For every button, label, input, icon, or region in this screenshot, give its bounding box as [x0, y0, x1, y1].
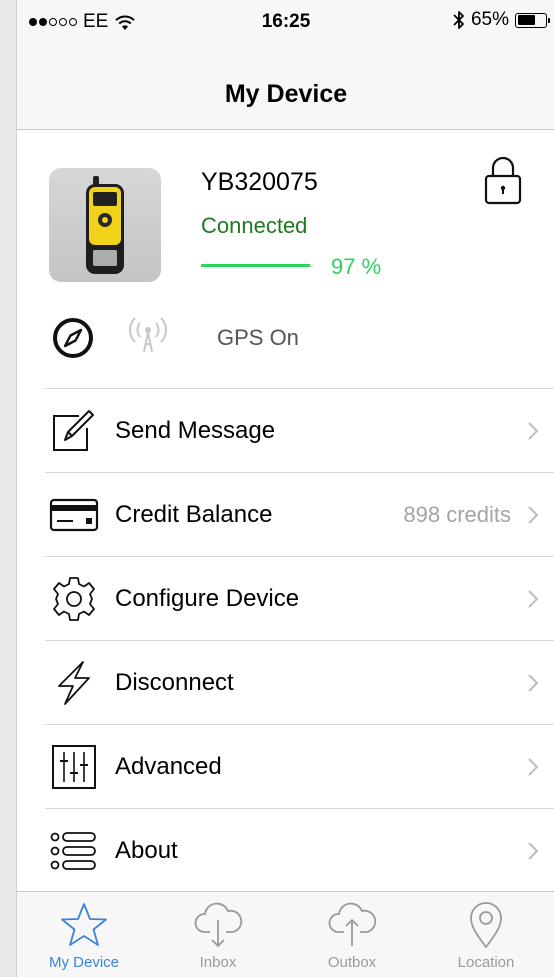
cloud-upload-icon: [328, 902, 377, 946]
status-bar: EE 16:25 65%: [17, 0, 554, 40]
edit-icon: [47, 404, 101, 458]
tab-label: Outbox: [327, 954, 377, 971]
battery-percentage: 65%: [470, 9, 509, 30]
credit-balance-value: 898 credits: [403, 501, 511, 527]
tab-label: Location: [457, 954, 515, 971]
device-name: YB320075: [201, 168, 318, 196]
tab-inbox[interactable]: Inbox: [151, 892, 285, 977]
menu-item-disconnect[interactable]: Disconnect: [45, 640, 554, 724]
battery-icon: [515, 12, 550, 28]
chevron-right-icon: [528, 841, 539, 860]
tab-my-device[interactable]: My Device: [17, 892, 151, 977]
menu-item-send-message[interactable]: Send Message: [45, 388, 554, 472]
device-image: [49, 168, 161, 282]
chevron-right-icon: [528, 757, 539, 776]
chevron-right-icon: [528, 505, 539, 524]
gps-antenna-icon: [129, 317, 167, 353]
lock-icon[interactable]: [483, 156, 523, 206]
tab-label: My Device: [48, 954, 119, 971]
credit-card-icon: [47, 488, 101, 542]
menu-item-label: Configure Device: [115, 584, 300, 612]
connection-status: Connected: [201, 213, 308, 238]
menu-item-label: Send Message: [115, 416, 276, 444]
tab-label: Inbox: [199, 954, 237, 971]
device-battery-label: 97 %: [331, 254, 382, 279]
cloud-download-icon: [194, 902, 243, 948]
page-title: My Device: [224, 80, 348, 108]
bluetooth-icon: [453, 11, 464, 29]
tab-bar: My Device Inbox Outbox Location: [17, 891, 554, 977]
list-icon: [47, 824, 101, 878]
tab-location[interactable]: Location: [419, 892, 553, 977]
gps-label: GPS On: [217, 325, 299, 350]
star-icon: [61, 903, 107, 946]
menu-item-configure-device[interactable]: Configure Device: [45, 556, 554, 640]
app-screen: EE 16:25 65% My Device YB320075 Connecte…: [16, 0, 554, 977]
status-right: 65%: [453, 9, 550, 31]
chevron-right-icon: [528, 673, 539, 692]
lightning-icon: [47, 656, 101, 710]
menu-item-label: Credit Balance: [115, 500, 273, 528]
device-menu: Send Message Credit Balance 898 credits: [45, 388, 554, 892]
chevron-right-icon: [528, 421, 539, 440]
gear-icon: [47, 572, 101, 626]
tab-outbox[interactable]: Outbox: [285, 892, 419, 977]
device-battery-bar: [201, 264, 313, 267]
chevron-right-icon: [528, 589, 539, 608]
menu-item-about[interactable]: About: [45, 808, 554, 892]
gps-status-row: GPS On: [49, 310, 529, 366]
navigation-bar: My Device: [17, 40, 554, 130]
menu-item-credit-balance[interactable]: Credit Balance 898 credits: [45, 472, 554, 556]
compass-icon: [53, 318, 93, 358]
menu-item-label: Advanced: [115, 752, 222, 780]
menu-item-advanced[interactable]: Advanced: [45, 724, 554, 808]
menu-item-label: About: [115, 836, 178, 864]
sliders-icon: [47, 740, 101, 794]
location-pin-icon: [470, 902, 502, 949]
menu-item-label: Disconnect: [115, 668, 234, 696]
